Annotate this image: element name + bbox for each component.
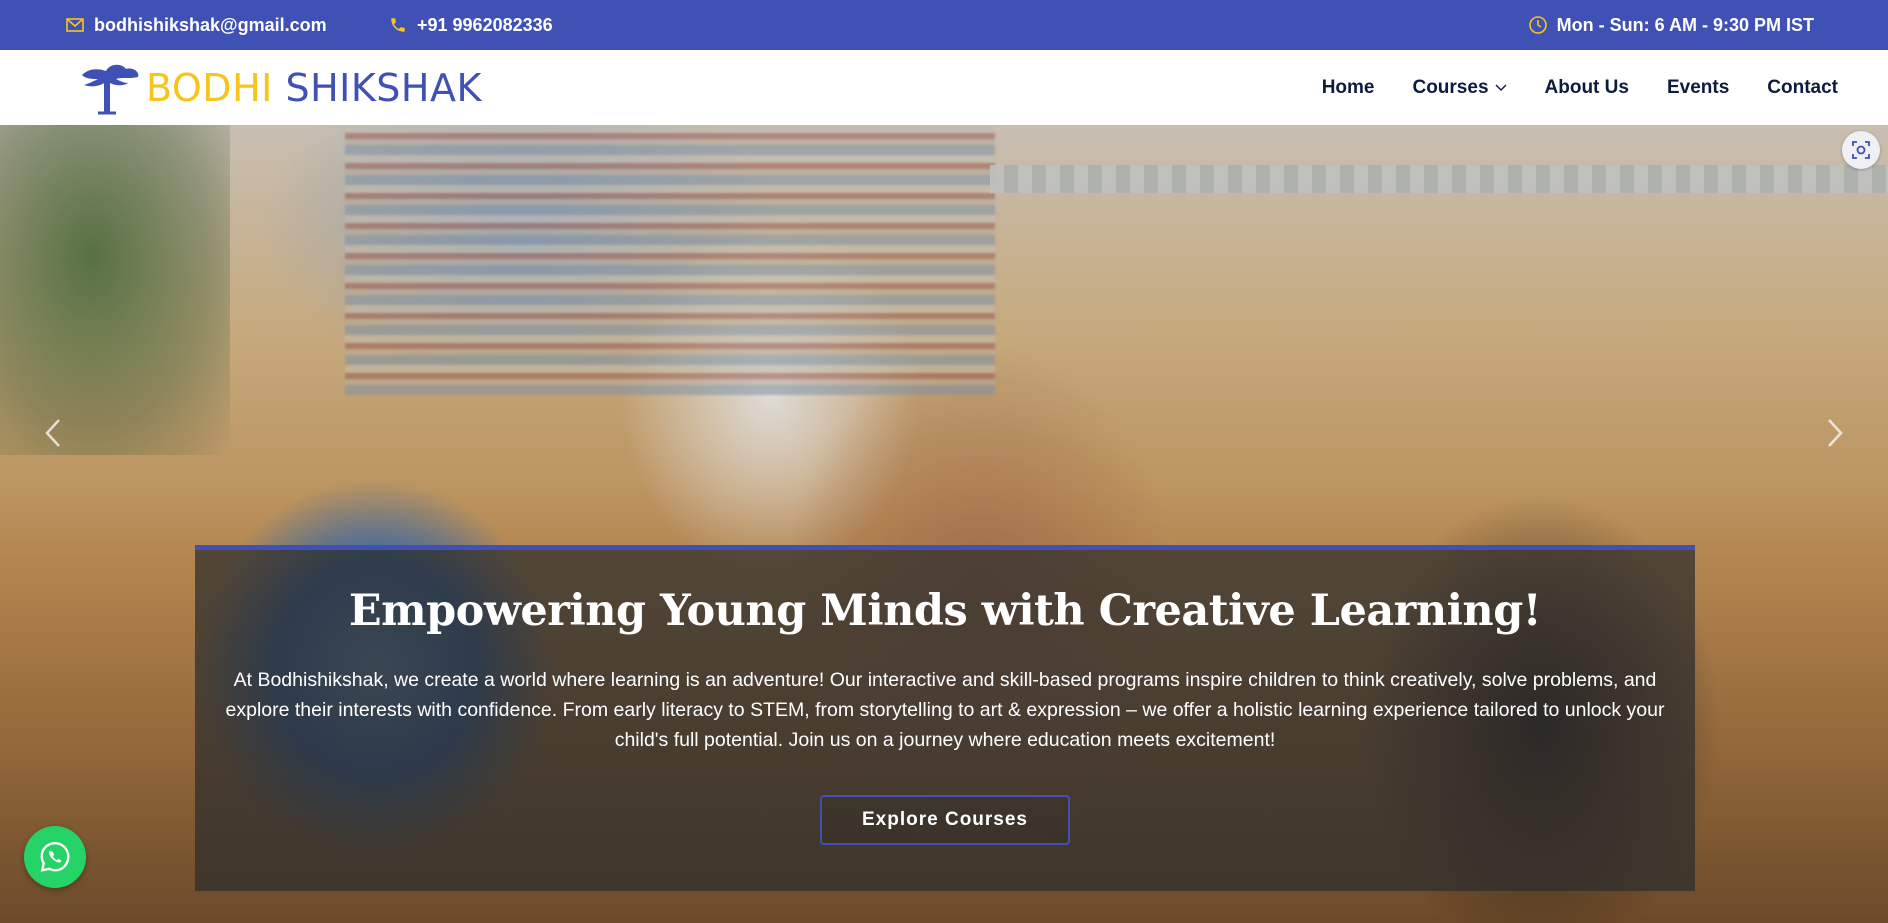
business-hours: Mon - Sun: 6 AM - 9:30 PM IST	[1527, 0, 1814, 50]
nav-courses-label: Courses	[1412, 76, 1489, 98]
hero-carousel: Empowering Young Minds with Creative Lea…	[0, 125, 1888, 923]
nav-events[interactable]: Events	[1667, 77, 1729, 99]
site-logo[interactable]: BODHI SHIKSHAK	[76, 58, 482, 118]
hero-description: At Bodhishikshak, we create a world wher…	[225, 669, 1665, 752]
contact-phone[interactable]: +91 9962082336	[387, 0, 553, 50]
chevron-left-icon	[45, 419, 60, 447]
whatsapp-chat-button[interactable]	[24, 826, 86, 888]
phone-icon	[387, 14, 409, 36]
main-navbar: BODHI SHIKSHAK Home Courses About Us Eve…	[0, 50, 1888, 125]
brand-name: BODHI SHIKSHAK	[146, 69, 482, 107]
contact-phone-text: +91 9962082336	[417, 14, 553, 35]
nav-about-us[interactable]: About Us	[1545, 77, 1629, 99]
explore-courses-button[interactable]: Explore Courses	[820, 795, 1070, 846]
carousel-next-button[interactable]	[1818, 413, 1852, 453]
nav-home[interactable]: Home	[1322, 77, 1375, 99]
contact-email[interactable]: bodhishikshak@gmail.com	[64, 0, 327, 50]
hero-caption: Empowering Young Minds with Creative Lea…	[195, 545, 1695, 891]
carousel-prev-button[interactable]	[36, 413, 70, 453]
brand-part-1: BODHI	[146, 66, 273, 110]
brand-part-2: SHIKSHAK	[285, 66, 482, 110]
screen-capture-icon	[1852, 141, 1870, 159]
tree-logo-icon	[82, 64, 139, 115]
contact-email-text: bodhishikshak@gmail.com	[94, 14, 327, 35]
envelope-icon	[64, 14, 86, 36]
whatsapp-icon	[40, 842, 70, 872]
chevron-down-icon	[1495, 84, 1507, 91]
screen-capture-button[interactable]	[1842, 131, 1880, 169]
chevron-right-icon	[1828, 419, 1843, 447]
nav-courses[interactable]: Courses	[1412, 76, 1507, 99]
hero-title: Empowering Young Minds with Creative Lea…	[348, 586, 1542, 636]
clock-icon	[1527, 14, 1549, 36]
top-contact-bar: bodhishikshak@gmail.com +91 9962082336 M…	[0, 0, 1888, 50]
business-hours-text: Mon - Sun: 6 AM - 9:30 PM IST	[1556, 14, 1814, 35]
primary-nav: Home Courses About Us Events Contact	[1284, 50, 1838, 125]
nav-contact[interactable]: Contact	[1767, 77, 1838, 99]
